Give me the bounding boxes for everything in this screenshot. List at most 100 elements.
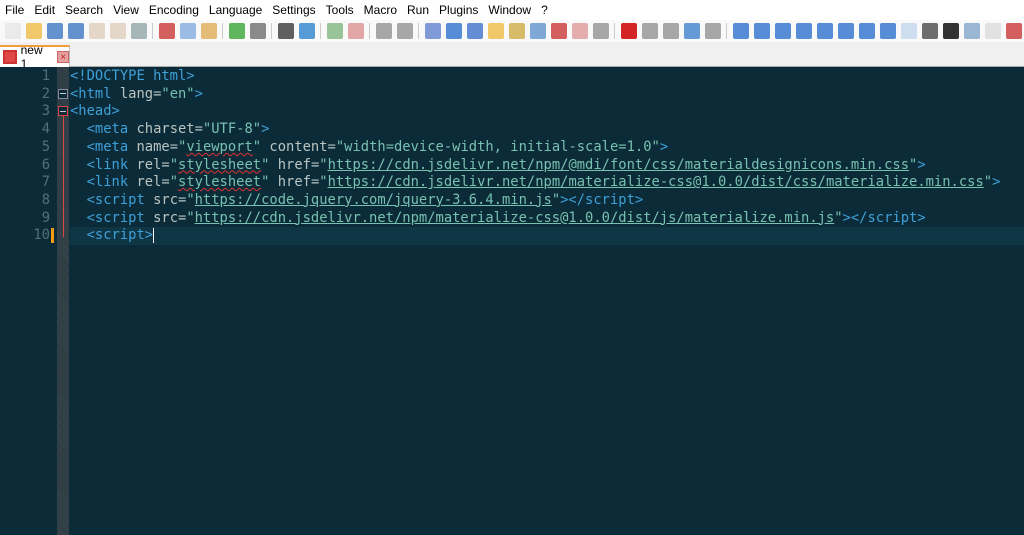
new-file-icon[interactable] <box>4 23 21 39</box>
toolbar-separator <box>271 23 272 39</box>
close-all-icon[interactable] <box>109 23 126 39</box>
doc-map-icon[interactable] <box>508 23 525 39</box>
menu-plugins[interactable]: Plugins <box>434 3 483 17</box>
open-file-icon[interactable] <box>25 23 42 39</box>
find-icon[interactable] <box>277 23 294 39</box>
replace-icon[interactable] <box>298 23 315 39</box>
stop-macro-icon[interactable] <box>641 23 658 39</box>
token: > <box>659 138 669 155</box>
change-marker <box>51 228 54 244</box>
fold-toggle-icon[interactable] <box>58 106 68 117</box>
plugin-8-icon[interactable] <box>1005 23 1022 39</box>
play-multiple-icon[interactable] <box>683 23 700 39</box>
plugin-6-icon[interactable] <box>879 23 896 39</box>
save-macro-icon[interactable] <box>704 23 721 39</box>
menu-encoding[interactable]: Encoding <box>144 3 204 17</box>
code-line[interactable]: <link rel="stylesheet" href="https://cdn… <box>70 157 926 175</box>
save-all-icon[interactable] <box>67 23 84 39</box>
menu-search[interactable]: Search <box>60 3 108 17</box>
token: href= <box>269 174 320 191</box>
line-number: 1 <box>41 68 50 84</box>
token: rel= <box>136 156 170 173</box>
triangle-up-icon[interactable] <box>816 23 833 39</box>
monitoring-icon[interactable] <box>592 23 609 39</box>
save-icon[interactable] <box>46 23 63 39</box>
zoom-out-icon[interactable] <box>347 23 364 39</box>
show-all-chars-icon[interactable] <box>445 23 462 39</box>
code-line[interactable]: <meta charset="UTF-8"> <box>70 121 270 139</box>
toolbar-separator <box>320 23 321 39</box>
indent-guide-icon[interactable] <box>466 23 483 39</box>
token: <meta <box>86 138 137 155</box>
redo-icon[interactable] <box>249 23 266 39</box>
token: " <box>551 191 561 208</box>
menu-tools[interactable]: Tools <box>321 3 359 17</box>
check-icon[interactable] <box>984 23 1001 39</box>
plugin-1-icon[interactable] <box>732 23 749 39</box>
cut-icon[interactable] <box>158 23 175 39</box>
copy-icon[interactable] <box>179 23 196 39</box>
fold-toggle-icon[interactable] <box>58 88 68 99</box>
token: " <box>834 209 843 226</box>
code-line[interactable]: <head> <box>70 103 120 121</box>
token: charset= <box>136 121 203 138</box>
play-macro-icon[interactable] <box>662 23 679 39</box>
code-editor[interactable]: 1 2 3 4 5 6 7 8 9 10 <!DOCTYPE html> <html lang="e… <box>0 67 1024 535</box>
header-icon[interactable] <box>921 23 938 39</box>
sync-vertical-icon[interactable] <box>375 23 392 39</box>
code-line[interactable]: <meta name="viewport" content="width=dev… <box>70 138 669 157</box>
token: " <box>252 138 262 155</box>
code-line[interactable]: <script> <box>70 227 155 245</box>
token: " <box>169 174 179 191</box>
toolbar-separator <box>418 23 419 39</box>
zoom-in-icon[interactable] <box>326 23 343 39</box>
folder-workspace-icon[interactable] <box>571 23 588 39</box>
doc-list-icon[interactable] <box>529 23 546 39</box>
line-number: 3 <box>41 103 50 120</box>
line-number: 7 <box>41 174 50 191</box>
sync-horizontal-icon[interactable] <box>396 23 413 39</box>
spell-check-icon[interactable] <box>900 23 917 39</box>
text-caret <box>153 227 155 243</box>
token: " <box>186 209 195 226</box>
menu-edit[interactable]: Edit <box>29 3 60 17</box>
paste-icon[interactable] <box>200 23 217 39</box>
menu-help[interactable]: ? <box>536 3 553 17</box>
toolbar-separator <box>152 23 153 39</box>
undo-icon[interactable] <box>228 23 245 39</box>
tab-new-1[interactable]: new 1 × <box>0 43 70 71</box>
menu-settings[interactable]: Settings <box>267 3 320 17</box>
word-wrap-icon[interactable] <box>424 23 441 39</box>
plugin-3-icon[interactable] <box>774 23 791 39</box>
menu-file[interactable]: File <box>0 3 29 17</box>
plugin-7-icon[interactable] <box>963 23 980 39</box>
menu-run[interactable]: Run <box>402 3 434 17</box>
code-line[interactable]: <script src="https://cdn.jsdelivr.net/np… <box>70 210 926 228</box>
code-line[interactable]: <link rel="stylesheet" href="https://cdn… <box>70 174 1001 192</box>
menu-view[interactable]: View <box>108 3 144 17</box>
record-macro-icon[interactable] <box>620 23 637 39</box>
code-line[interactable]: <script src="https://code.jquery.com/jqu… <box>70 191 644 210</box>
line-number: 4 <box>41 121 50 138</box>
close-icon[interactable] <box>88 23 105 39</box>
triangle-down-icon[interactable] <box>837 23 854 39</box>
json-icon[interactable] <box>942 23 959 39</box>
udl-icon[interactable] <box>487 23 504 39</box>
code-line[interactable]: <html lang="en"> <box>70 86 203 104</box>
token: > <box>992 174 1001 191</box>
toolbar-separator <box>614 23 615 39</box>
print-icon[interactable] <box>130 23 147 39</box>
code-line[interactable]: <!DOCTYPE html> <box>70 68 195 86</box>
plugin-4-icon[interactable] <box>795 23 812 39</box>
tab-close-icon[interactable]: × <box>57 51 69 63</box>
line-number: 5 <box>41 138 50 155</box>
menu-macro[interactable]: Macro <box>359 3 402 17</box>
menu-language[interactable]: Language <box>204 3 267 17</box>
plugin-5-icon[interactable] <box>858 23 875 39</box>
menu-window[interactable]: Window <box>483 3 536 17</box>
plugin-2-icon[interactable] <box>753 23 770 39</box>
token: https://cdn.jsdelivr.net/npm/@mdi/font/c… <box>327 156 910 173</box>
function-list-icon[interactable] <box>550 23 567 39</box>
